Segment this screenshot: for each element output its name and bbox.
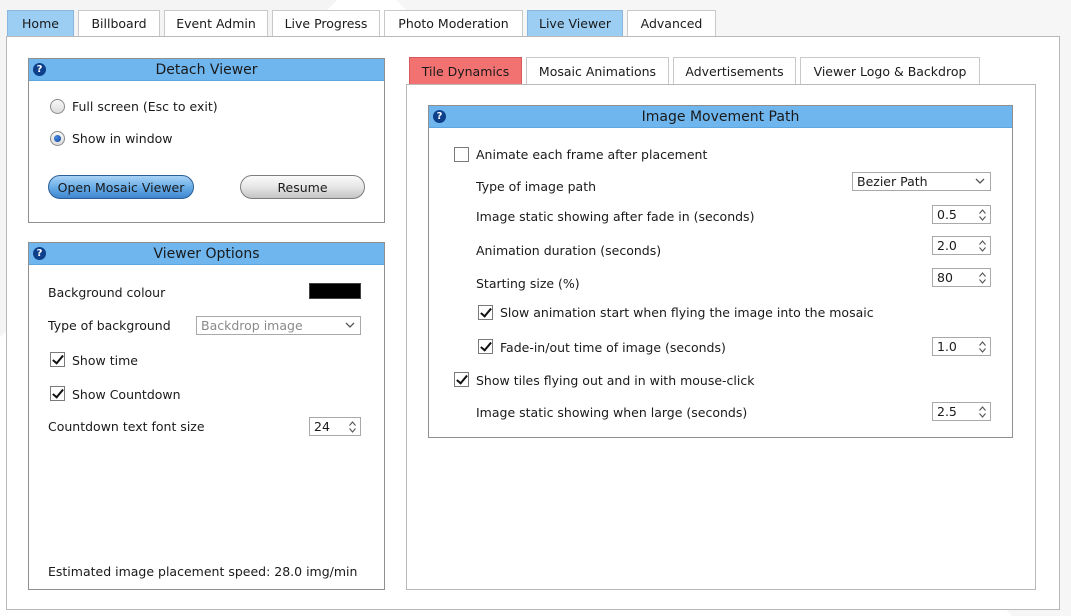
help-icon[interactable]: ?: [433, 110, 446, 123]
tab-label: Live Viewer: [539, 16, 611, 31]
show-in-window-label: Show in window: [72, 131, 173, 146]
tab-label: Billboard: [91, 16, 147, 31]
path-type-select[interactable]: Bezier Path: [852, 172, 991, 191]
show-time-label: Show time: [72, 353, 138, 368]
font-size-label: Countdown text font size: [48, 419, 205, 434]
group-title: Detach Viewer: [155, 61, 258, 78]
fullscreen-label: Full screen (Esc to exit): [72, 99, 218, 114]
path-type-label: Type of image path: [476, 179, 597, 194]
tab-tile-dynamics[interactable]: Tile Dynamics: [409, 57, 522, 84]
image-movement-path-group: ? Image Movement Path Animate each frame…: [428, 105, 1013, 438]
fade-label: Fade-in/out time of image (seconds): [500, 340, 726, 355]
spinner-value: 80: [937, 270, 953, 285]
starting-size-label: Starting size (%): [476, 276, 580, 291]
slow-start-label: Slow animation start when flying the ima…: [500, 305, 874, 320]
spin-down-icon[interactable]: [979, 279, 986, 284]
spin-down-icon[interactable]: [979, 216, 986, 221]
spinner-value: 0.5: [937, 207, 957, 222]
tab-live-viewer[interactable]: Live Viewer: [527, 10, 623, 36]
spin-down-icon[interactable]: [979, 413, 986, 418]
tab-label: Event Admin: [176, 16, 256, 31]
static-after-fade-spinner[interactable]: 0.5: [932, 205, 991, 224]
background-colour-label: Background colour: [48, 285, 166, 300]
background-type-select[interactable]: Backdrop image: [196, 316, 361, 335]
spin-up-icon[interactable]: [979, 209, 986, 214]
fullscreen-radio[interactable]: [50, 99, 65, 114]
detach-viewer-group: ? Detach Viewer Full screen (Esc to exit…: [28, 58, 385, 223]
group-title: Viewer Options: [153, 245, 260, 262]
spin-up-icon[interactable]: [979, 272, 986, 277]
resume-button[interactable]: Resume: [240, 175, 365, 199]
animate-frame-checkbox[interactable]: [454, 147, 469, 162]
spin-up-icon[interactable]: [979, 240, 986, 245]
tab-label: Photo Moderation: [398, 16, 509, 31]
group-title: Image Movement Path: [641, 108, 800, 125]
background-colour-swatch[interactable]: [309, 283, 361, 299]
duration-spinner[interactable]: 2.0: [932, 236, 991, 255]
viewer-options-group: ? Viewer Options Background colour Type …: [28, 242, 385, 590]
show-countdown-checkbox[interactable]: [50, 386, 65, 401]
static-large-label: Image static showing when large (seconds…: [476, 405, 748, 420]
spin-up-icon[interactable]: [979, 341, 986, 346]
spin-up-icon[interactable]: [979, 406, 986, 411]
open-mosaic-viewer-button[interactable]: Open Mosaic Viewer: [48, 175, 194, 199]
tab-label: Home: [22, 16, 59, 31]
tab-event-admin[interactable]: Event Admin: [164, 10, 268, 36]
chevron-down-icon: [345, 322, 355, 328]
tab-home[interactable]: Home: [7, 10, 74, 36]
background-type-label: Type of background: [48, 318, 171, 333]
button-label: Open Mosaic Viewer: [57, 179, 185, 195]
tab-viewer-logo-backdrop[interactable]: Viewer Logo & Backdrop: [800, 57, 980, 84]
spin-down-icon[interactable]: [349, 428, 356, 433]
spin-up-icon[interactable]: [349, 421, 356, 426]
tab-live-progress[interactable]: Live Progress: [272, 10, 380, 36]
placement-speed-text: Estimated image placement speed: 28.0 im…: [48, 564, 358, 579]
tab-advanced[interactable]: Advanced: [627, 10, 716, 36]
fade-checkbox[interactable]: [478, 339, 493, 354]
group-header: ? Viewer Options: [29, 243, 384, 265]
animate-frame-label: Animate each frame after placement: [476, 147, 708, 162]
tab-advertisements[interactable]: Advertisements: [673, 57, 796, 84]
select-value: Bezier Path: [857, 174, 928, 189]
tab-label: Viewer Logo & Backdrop: [813, 63, 967, 79]
show-in-window-radio[interactable]: [50, 131, 65, 146]
spinner-value: 1.0: [937, 339, 957, 354]
chevron-down-icon: [975, 178, 985, 184]
select-value: Backdrop image: [201, 318, 303, 333]
show-countdown-label: Show Countdown: [72, 387, 181, 402]
slow-start-checkbox[interactable]: [478, 305, 493, 320]
tab-photo-moderation[interactable]: Photo Moderation: [384, 10, 523, 36]
tab-label: Mosaic Animations: [538, 63, 657, 79]
tab-mosaic-animations[interactable]: Mosaic Animations: [526, 57, 669, 84]
duration-label: Animation duration (seconds): [476, 243, 662, 258]
mouse-click-checkbox[interactable]: [454, 372, 469, 387]
show-time-checkbox[interactable]: [50, 352, 65, 367]
spin-down-icon[interactable]: [979, 247, 986, 252]
fade-spinner[interactable]: 1.0: [932, 337, 991, 356]
help-icon[interactable]: ?: [33, 63, 46, 76]
group-header: ? Image Movement Path: [429, 106, 1012, 128]
tab-label: Advertisements: [685, 63, 784, 79]
help-icon[interactable]: ?: [33, 247, 46, 260]
tab-label: Tile Dynamics: [421, 63, 510, 79]
static-after-fade-label: Image static showing after fade in (seco…: [476, 209, 755, 224]
tab-billboard[interactable]: Billboard: [78, 10, 160, 36]
mouse-click-label: Show tiles flying out and in with mouse-…: [476, 373, 755, 388]
tab-label: Live Progress: [284, 16, 368, 31]
group-header: ? Detach Viewer: [29, 59, 384, 81]
starting-size-spinner[interactable]: 80: [932, 268, 991, 287]
tab-label: Advanced: [640, 16, 703, 31]
spinner-value: 2.5: [937, 404, 957, 419]
static-large-spinner[interactable]: 2.5: [932, 402, 991, 421]
button-label: Resume: [277, 179, 328, 195]
spin-down-icon[interactable]: [979, 348, 986, 353]
spinner-value: 24: [314, 419, 330, 434]
spinner-value: 2.0: [937, 238, 957, 253]
font-size-spinner[interactable]: 24: [309, 417, 361, 436]
